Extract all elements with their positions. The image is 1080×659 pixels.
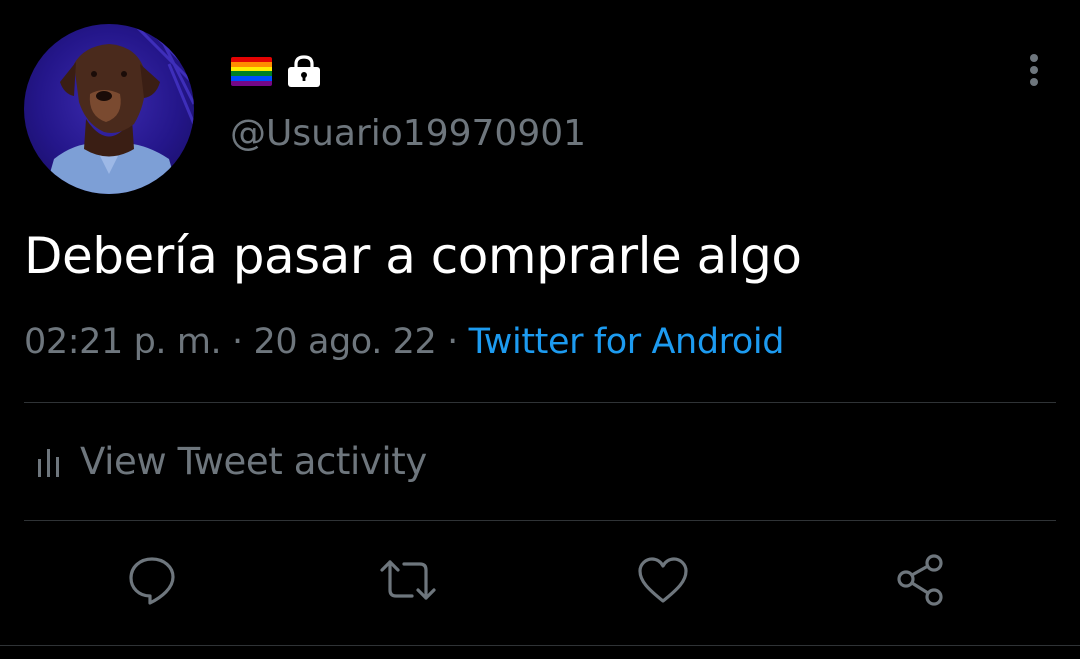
avatar-dog-image	[44, 24, 194, 194]
tweet-source-link[interactable]: Twitter for Android	[469, 322, 785, 362]
avatar[interactable]	[24, 24, 194, 194]
tweet-text: Debería pasar a comprarle algo	[24, 227, 802, 285]
flag-stripe	[231, 81, 272, 86]
like-icon[interactable]	[633, 550, 693, 610]
tweet-date: 20 ago. 22	[253, 322, 437, 362]
activity-label: View Tweet activity	[80, 440, 427, 483]
more-vertical-icon[interactable]	[1020, 52, 1048, 96]
reply-icon[interactable]	[122, 550, 182, 610]
tweet-actions	[0, 550, 1080, 620]
share-icon[interactable]	[891, 550, 951, 610]
lock-icon	[286, 53, 322, 93]
tweet-meta: 02:21 p. m. · 20 ago. 22 · Twitter for A…	[24, 322, 784, 362]
meta-separator: ·	[232, 322, 243, 362]
tweet-time: 02:21 p. m.	[24, 322, 222, 362]
bottom-divider	[0, 645, 1080, 646]
view-tweet-activity-button[interactable]: View Tweet activity	[36, 440, 427, 483]
pride-flag-emoji	[231, 57, 272, 86]
user-handle[interactable]: @Usuario19970901	[230, 113, 586, 154]
divider	[24, 402, 1056, 403]
meta-separator: ·	[447, 322, 458, 362]
divider	[24, 520, 1056, 521]
retweet-icon[interactable]	[378, 550, 438, 610]
bar-chart-icon	[38, 448, 59, 477]
